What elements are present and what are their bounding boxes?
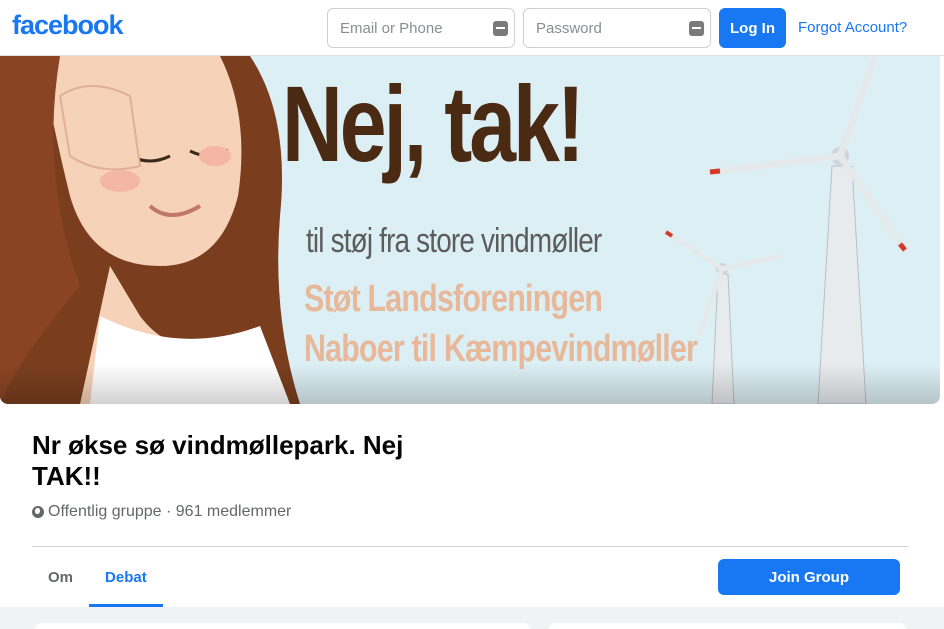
top-bar: facebook Log In Forgot Account? — [0, 0, 944, 56]
email-input[interactable] — [340, 19, 480, 37]
divider — [32, 546, 908, 547]
wind-turbine-large — [706, 56, 909, 404]
cover-organization-line: Støt Landsforeningen — [304, 278, 603, 320]
cover-photo[interactable]: Nej, tak! til støj fra store vindmøller … — [0, 56, 940, 404]
group-title: Nr økse sø vindmøllepark. Nej TAK!! — [32, 430, 404, 491]
feed-card — [34, 623, 531, 629]
password-manager-icon[interactable] — [689, 21, 704, 36]
tab-debat[interactable]: Debat — [89, 547, 163, 607]
password-manager-icon[interactable] — [493, 21, 508, 36]
forgot-account-link[interactable]: Forgot Account? — [798, 19, 907, 36]
woman-illustration — [0, 56, 300, 404]
cover-subtitle: til støj fra store vindmøller — [306, 222, 602, 260]
sidebar-card — [548, 623, 907, 629]
password-input[interactable] — [536, 19, 676, 37]
cover-headline: Nej, tak! — [282, 63, 585, 184]
globe-icon — [32, 506, 44, 518]
facebook-logo[interactable]: facebook — [12, 10, 124, 41]
group-meta-text: Offentlig gruppe · 961 medlemmer — [48, 503, 292, 520]
login-button[interactable]: Log In — [719, 8, 786, 48]
join-group-button[interactable]: Join Group — [718, 559, 900, 595]
cover-shade — [0, 364, 940, 404]
group-meta: Offentlig gruppe · 961 medlemmer — [32, 503, 291, 521]
email-field[interactable] — [327, 8, 515, 48]
tab-om[interactable]: Om — [32, 547, 89, 607]
password-field[interactable] — [523, 8, 711, 48]
group-tabs: Om Debat — [32, 547, 163, 607]
